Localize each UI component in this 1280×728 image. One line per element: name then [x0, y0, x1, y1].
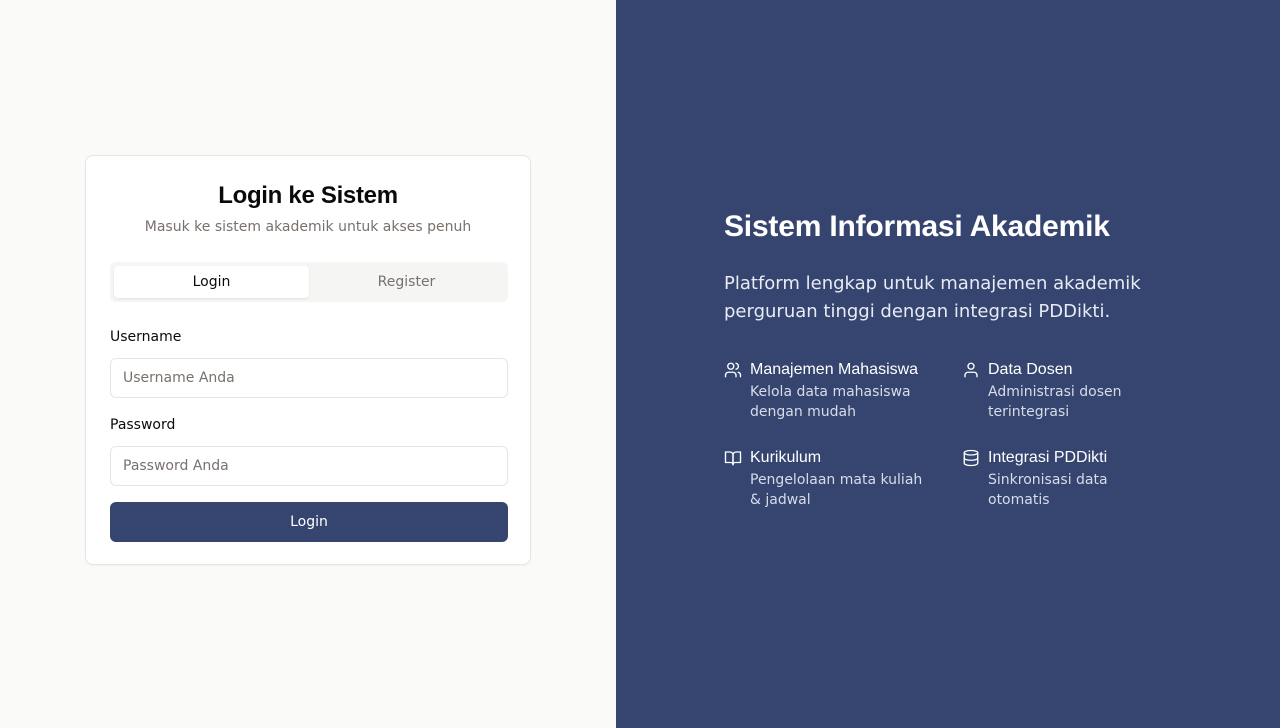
info-panel: Sistem Informasi Akademik Platform lengk… [616, 0, 1280, 728]
username-label: Username [110, 329, 182, 345]
user-icon [962, 361, 980, 379]
tab-register[interactable]: Register [309, 266, 504, 298]
feature-data-dosen: Data Dosen Administrasi dosen terintegra… [962, 360, 1168, 422]
login-card: Login ke Sistem Masuk ke sistem akademik… [85, 155, 531, 565]
feature-title: Kurikulum [750, 449, 822, 466]
login-title: Login ke Sistem [218, 182, 398, 209]
hero-title: Sistem Informasi Akademik [724, 210, 1110, 243]
password-label: Password [110, 417, 176, 433]
login-button[interactable]: Login [110, 502, 508, 542]
feature-description: Pengelolaan mata kuliah & jadwal [750, 472, 923, 508]
feature-title: Integrasi PDDikti [988, 449, 1108, 466]
feature-integrasi-pddikti: Integrasi PDDikti Sinkronisasi data otom… [962, 448, 1168, 510]
feature-description: Sinkronisasi data otomatis [988, 472, 1108, 508]
database-icon [962, 449, 980, 467]
auth-tabs: Login Register [110, 262, 508, 302]
feature-kurikulum: Kurikulum Pengelolaan mata kuliah & jadw… [724, 448, 930, 510]
book-open-icon [724, 449, 742, 467]
login-subtitle: Masuk ke sistem akademik untuk akses pen… [144, 219, 472, 235]
feature-description: Kelola data mahasiswa dengan mudah [750, 384, 911, 420]
tab-login[interactable]: Login [114, 266, 309, 298]
login-panel: Login ke Sistem Masuk ke sistem akademik… [0, 0, 616, 728]
users-icon [724, 361, 742, 379]
username-input[interactable] [110, 358, 508, 398]
feature-title: Manajemen Mahasiswa [750, 361, 919, 378]
feature-description: Administrasi dosen terintegrasi [988, 384, 1122, 420]
hero-description: Platform lengkap untuk manajemen akademi… [724, 273, 1141, 322]
password-input[interactable] [110, 446, 508, 486]
feature-title: Data Dosen [988, 361, 1073, 378]
feature-manajemen-mahasiswa: Manajemen Mahasiswa Kelola data mahasisw… [724, 360, 930, 422]
